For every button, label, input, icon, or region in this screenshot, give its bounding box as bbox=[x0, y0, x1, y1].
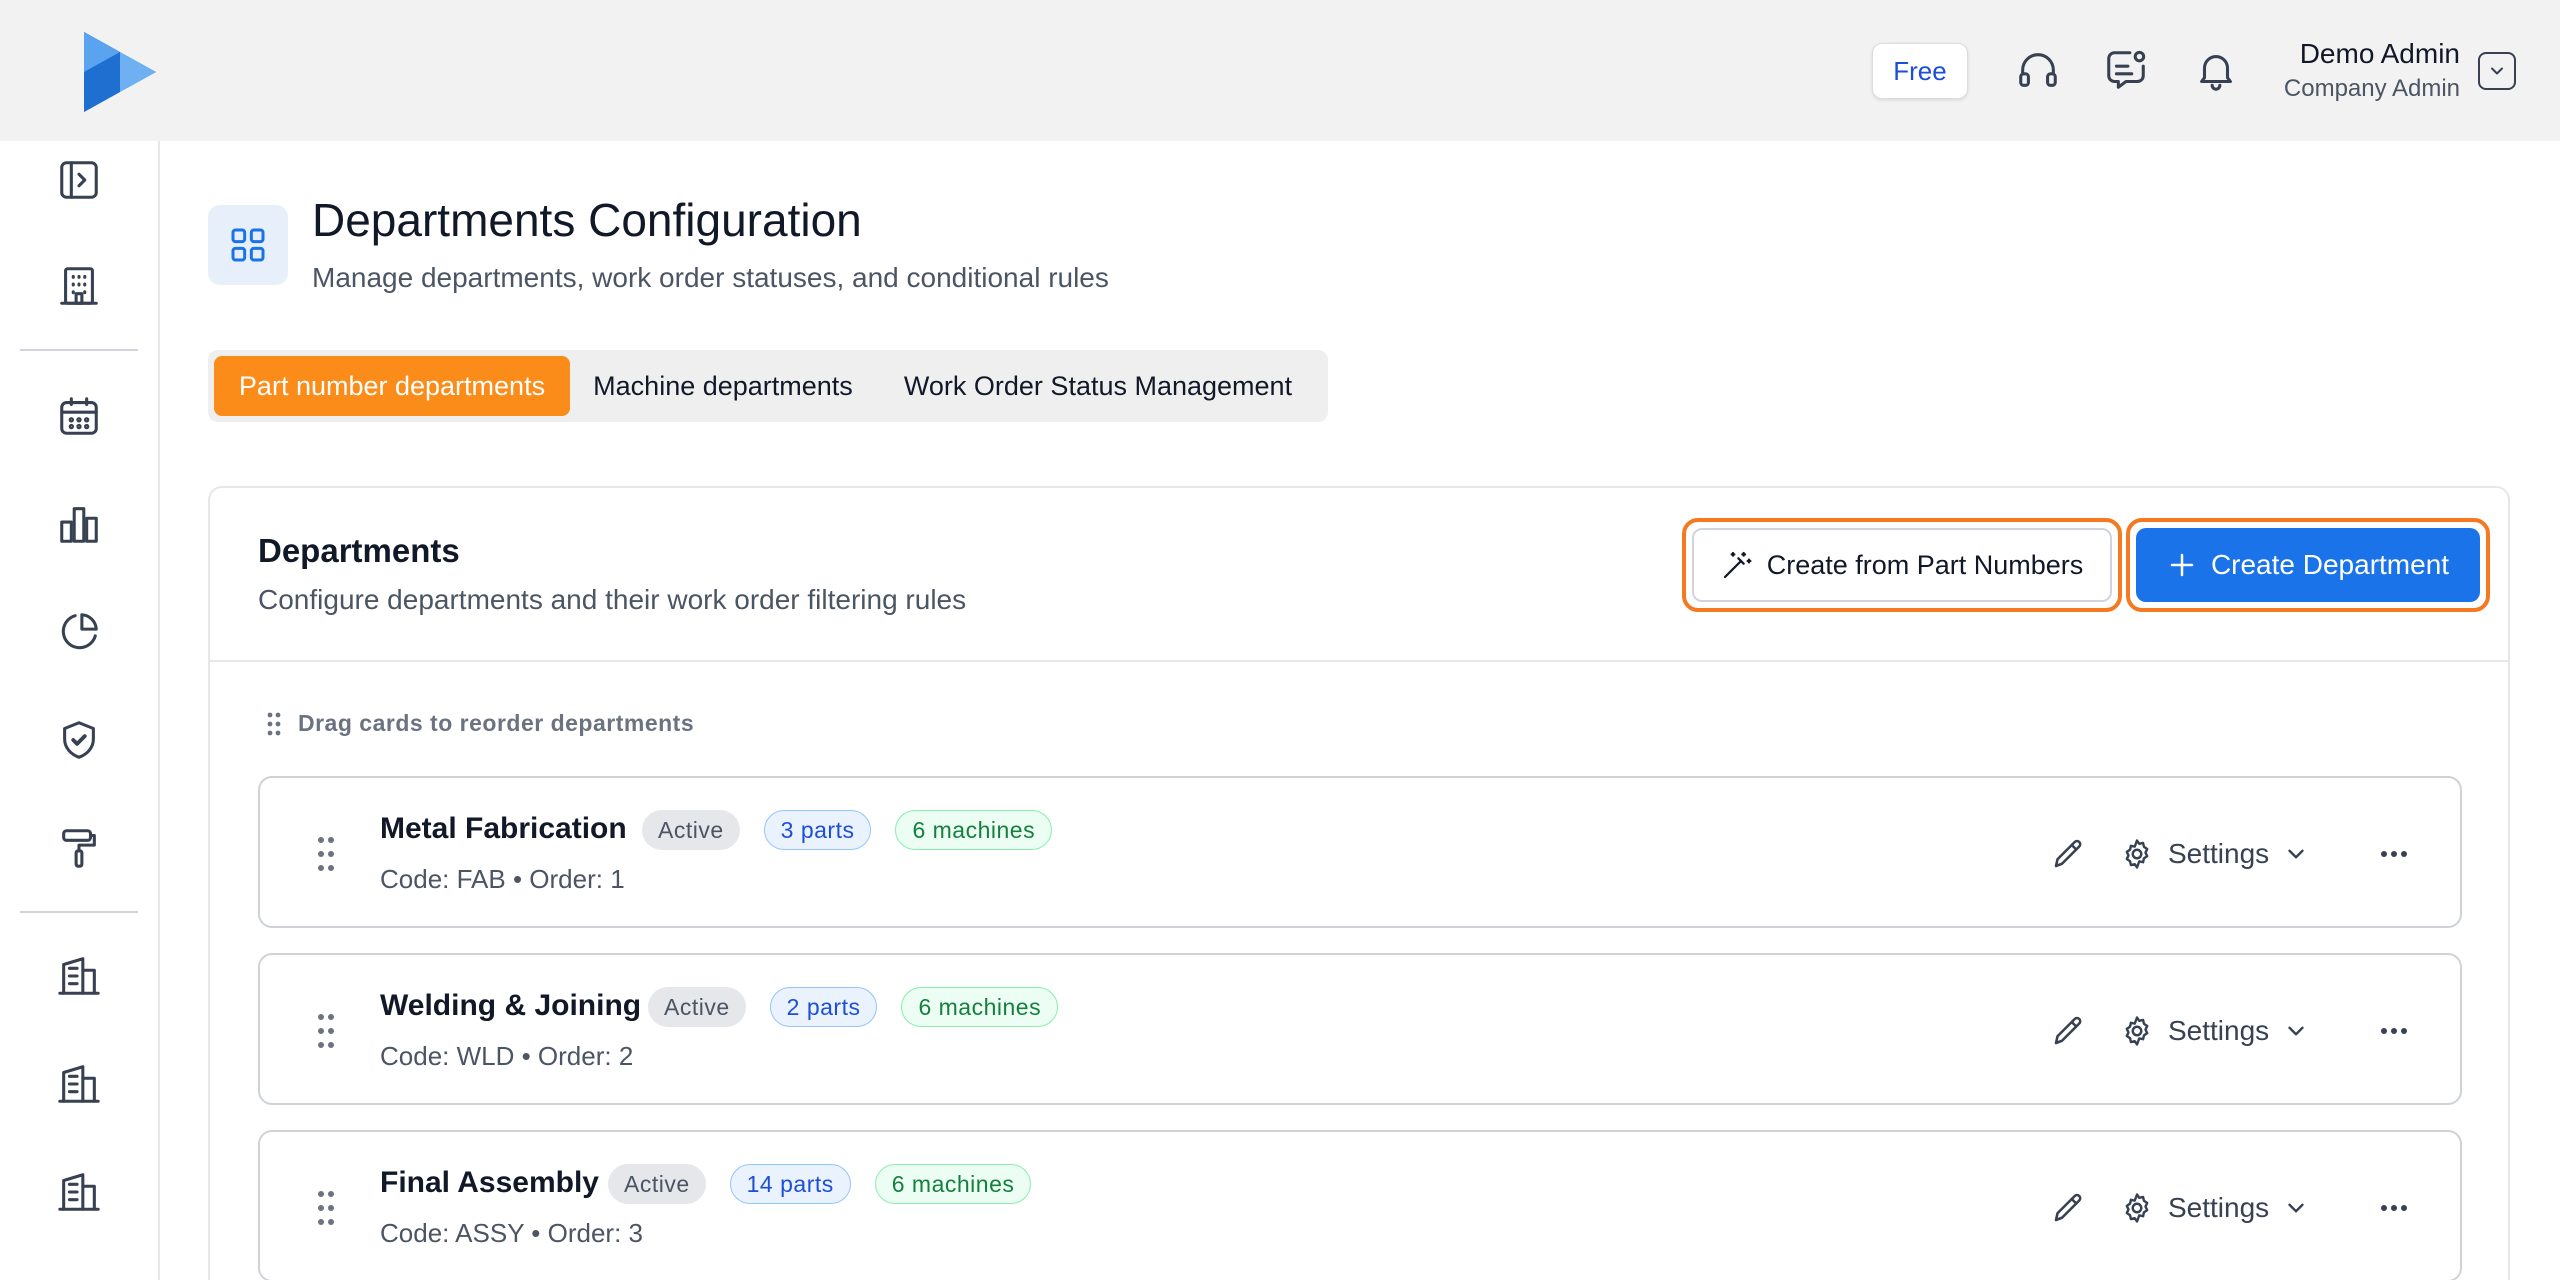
gear-icon bbox=[2125, 839, 2149, 869]
paint-roller-icon[interactable] bbox=[50, 819, 108, 877]
sidebar bbox=[0, 141, 160, 1280]
department-meta: Code: FAB • Order: 1 bbox=[380, 864, 625, 894]
top-bar: Free Demo Admin Company Admin bbox=[0, 0, 2560, 141]
more-options-icon[interactable] bbox=[2374, 1188, 2414, 1228]
machines-count-badge: 6 machines bbox=[874, 1164, 1032, 1204]
department-name: Final Assembly bbox=[380, 1166, 599, 1199]
create-from-part-numbers-button[interactable]: Create from Part Numbers bbox=[1692, 528, 2112, 602]
machines-count-badge: 6 machines bbox=[901, 987, 1059, 1027]
department-card[interactable]: Metal Fabrication Active 3 parts 6 machi… bbox=[258, 776, 2462, 928]
user-role: Company Admin bbox=[2283, 75, 2460, 102]
parts-count-badge: 14 parts bbox=[729, 1164, 851, 1204]
status-badge: Active bbox=[608, 1164, 706, 1204]
status-badge: Active bbox=[648, 987, 746, 1027]
department-card[interactable]: Final Assembly Active 14 parts 6 machine… bbox=[258, 1130, 2462, 1280]
tab-machine-departments[interactable]: Machine departments bbox=[578, 356, 868, 416]
edit-icon[interactable] bbox=[2048, 1011, 2088, 1051]
create-department-button[interactable]: Create Department bbox=[2136, 528, 2480, 602]
page-title: Departments Configuration bbox=[312, 194, 862, 246]
more-options-icon[interactable] bbox=[2374, 834, 2414, 874]
page-subtitle: Manage departments, work order statuses,… bbox=[312, 262, 1109, 293]
machines-count-badge: 6 machines bbox=[895, 810, 1053, 850]
department-card[interactable]: Welding & Joining Active 2 parts 6 machi… bbox=[258, 953, 2462, 1105]
chevron-down-icon bbox=[2288, 849, 2304, 859]
departments-panel: Departments Configure departments and th… bbox=[208, 486, 2510, 1280]
tab-part-number-departments[interactable]: Part number departments bbox=[214, 356, 570, 416]
headset-icon[interactable] bbox=[2012, 44, 2064, 96]
magic-wand-icon bbox=[1723, 551, 1752, 579]
panel-header: Departments Configure departments and th… bbox=[210, 488, 2508, 662]
parts-count-badge: 3 parts bbox=[763, 810, 872, 850]
department-tabs: Part number departments Machine departme… bbox=[208, 350, 1328, 422]
building-icon[interactable] bbox=[50, 257, 108, 315]
drag-hint-text: Drag cards to reorder departments bbox=[298, 710, 695, 736]
settings-label: Settings bbox=[2168, 1015, 2270, 1046]
user-menu-toggle[interactable] bbox=[2478, 52, 2516, 90]
app-logo[interactable] bbox=[80, 30, 160, 114]
user-info[interactable]: Demo Admin Company Admin bbox=[2200, 36, 2460, 106]
gear-icon bbox=[2125, 1193, 2149, 1223]
drag-handle-icon[interactable] bbox=[316, 1011, 336, 1051]
tab-work-order-status-management[interactable]: Work Order Status Management bbox=[876, 356, 1320, 416]
parts-count-badge: 2 parts bbox=[769, 987, 878, 1027]
chevron-down-icon bbox=[2288, 1026, 2304, 1036]
department-name: Metal Fabrication bbox=[380, 812, 627, 845]
drag-handle-icon[interactable] bbox=[316, 834, 336, 874]
plan-badge[interactable]: Free bbox=[1872, 43, 1968, 99]
chevron-down-icon bbox=[2491, 67, 2503, 75]
user-name: Demo Admin bbox=[2299, 38, 2460, 69]
department-badges: Active 14 parts 6 machines bbox=[608, 1164, 1032, 1204]
chevron-down-icon bbox=[2288, 1203, 2304, 1213]
office-building-icon[interactable] bbox=[50, 947, 108, 1005]
department-meta: Code: ASSY • Order: 3 bbox=[380, 1218, 643, 1248]
bar-chart-icon[interactable] bbox=[50, 495, 108, 553]
message-icon[interactable] bbox=[2100, 44, 2152, 96]
create-from-part-numbers-label: Create from Part Numbers bbox=[1766, 549, 2084, 580]
drag-handle-icon[interactable] bbox=[316, 1188, 336, 1228]
edit-icon[interactable] bbox=[2048, 1188, 2088, 1228]
shield-check-icon[interactable] bbox=[50, 711, 108, 769]
office-building-icon[interactable] bbox=[50, 1163, 108, 1221]
settings-dropdown[interactable]: Settings bbox=[2120, 1182, 2309, 1234]
department-name: Welding & Joining bbox=[380, 989, 642, 1022]
department-badges: Active 2 parts 6 machines bbox=[648, 987, 1059, 1027]
settings-label: Settings bbox=[2168, 838, 2270, 869]
plus-icon bbox=[2170, 553, 2194, 577]
settings-dropdown[interactable]: Settings bbox=[2120, 1005, 2309, 1057]
calendar-icon[interactable] bbox=[50, 387, 108, 445]
sidebar-toggle-icon[interactable] bbox=[50, 151, 108, 209]
settings-label: Settings bbox=[2168, 1192, 2270, 1223]
department-badges: Active 3 parts 6 machines bbox=[642, 810, 1053, 850]
panel-subtitle: Configure departments and their work ord… bbox=[258, 584, 967, 615]
edit-icon[interactable] bbox=[2048, 834, 2088, 874]
panel-title: Departments bbox=[258, 532, 460, 569]
grip-icon bbox=[267, 712, 281, 735]
settings-dropdown[interactable]: Settings bbox=[2120, 828, 2309, 880]
department-meta: Code: WLD • Order: 2 bbox=[380, 1041, 634, 1071]
pie-chart-icon[interactable] bbox=[50, 603, 108, 661]
sidebar-divider bbox=[20, 911, 138, 913]
office-building-icon[interactable] bbox=[50, 1055, 108, 1113]
drag-hint: Drag cards to reorder departments bbox=[266, 710, 694, 737]
sidebar-divider bbox=[20, 349, 138, 351]
gear-icon bbox=[2125, 1016, 2149, 1046]
grid-icon bbox=[208, 205, 288, 285]
status-badge: Active bbox=[642, 810, 740, 850]
more-options-icon[interactable] bbox=[2374, 1011, 2414, 1051]
create-department-label: Create Department bbox=[2210, 549, 2450, 580]
